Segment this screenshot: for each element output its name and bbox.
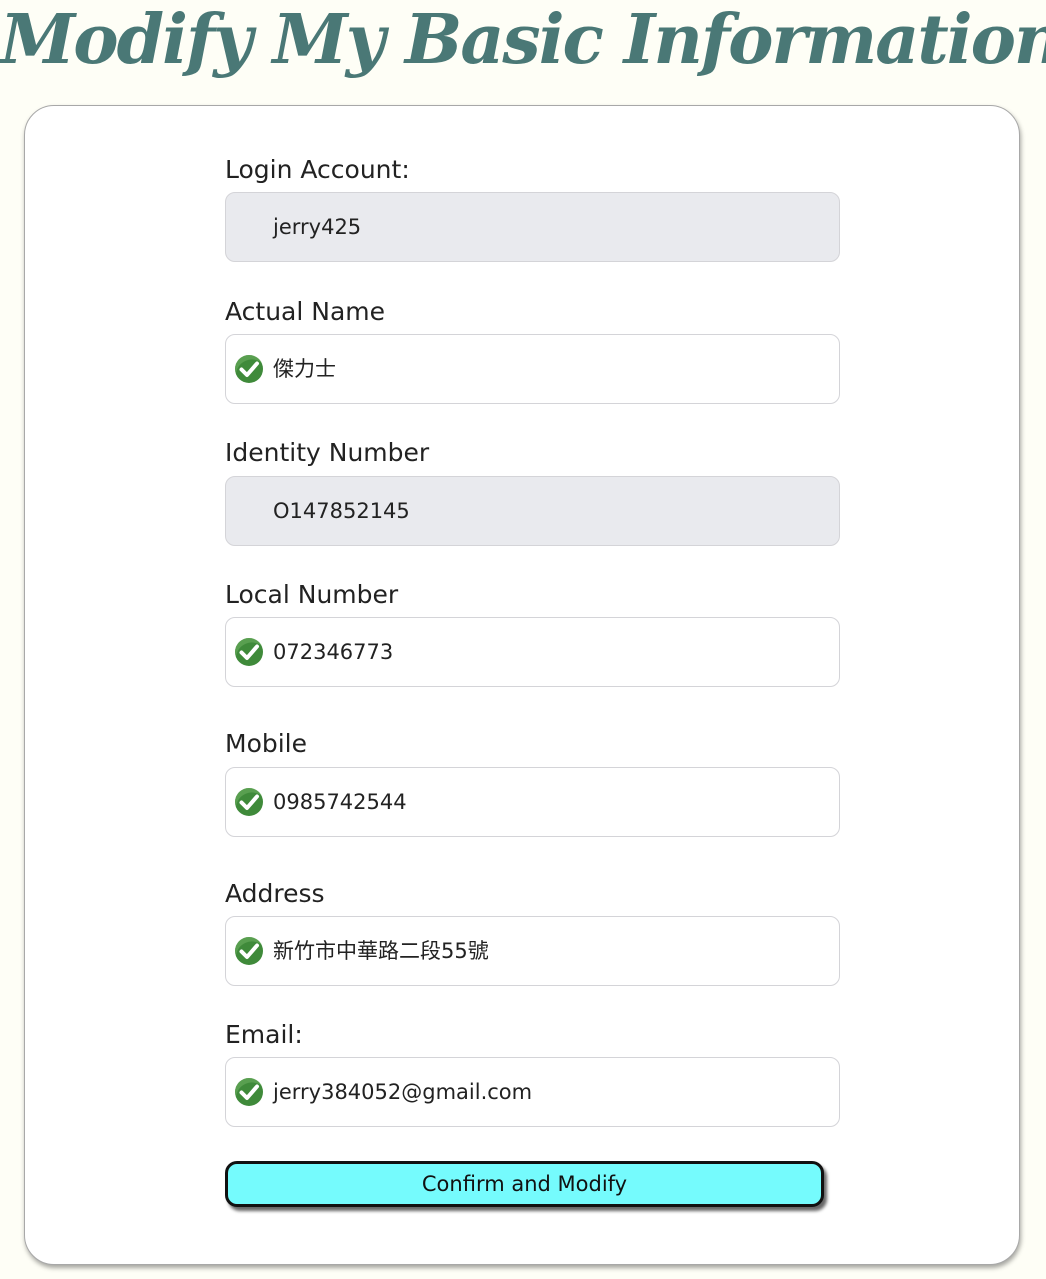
check-circle-icon xyxy=(235,936,263,965)
identity-number-label: Identity Number xyxy=(225,438,430,467)
check-circle-icon xyxy=(235,637,263,666)
local-number-value: 072346773 xyxy=(273,640,394,664)
local-number-field[interactable]: 072346773 xyxy=(225,617,840,687)
actual-name-value: 傑力士 xyxy=(273,357,336,381)
login-account-field[interactable]: jerry425 xyxy=(225,192,840,262)
address-label: Address xyxy=(225,879,325,908)
login-account-value: jerry425 xyxy=(273,215,362,239)
page-title: Modify My Basic Information xyxy=(0,0,1046,80)
mobile-label: Mobile xyxy=(225,729,308,758)
email-value: jerry384052@gmail.com xyxy=(273,1080,533,1104)
identity-number-field[interactable]: O147852145 xyxy=(225,476,840,546)
email-field[interactable]: jerry384052@gmail.com xyxy=(225,1057,840,1127)
check-circle-icon xyxy=(235,1077,263,1106)
check-circle-icon xyxy=(235,787,263,816)
mobile-value: 0985742544 xyxy=(273,790,407,814)
actual-name-label: Actual Name xyxy=(225,297,386,326)
identity-number-value: O147852145 xyxy=(273,499,410,523)
login-account-label: Login Account: xyxy=(225,155,410,184)
basic-info-form: Login Account: jerry425 Actual Name 傑力士 … xyxy=(24,105,1020,1265)
address-value: 新竹市中華路二段55號 xyxy=(273,939,489,963)
address-field[interactable]: 新竹市中華路二段55號 xyxy=(225,916,840,986)
mobile-field[interactable]: 0985742544 xyxy=(225,767,840,837)
actual-name-field[interactable]: 傑力士 xyxy=(225,334,840,404)
email-label: Email: xyxy=(225,1020,303,1049)
check-circle-icon xyxy=(235,354,263,383)
local-number-label: Local Number xyxy=(225,580,399,609)
confirm-and-modify-button[interactable]: Confirm and Modify xyxy=(225,1161,824,1207)
